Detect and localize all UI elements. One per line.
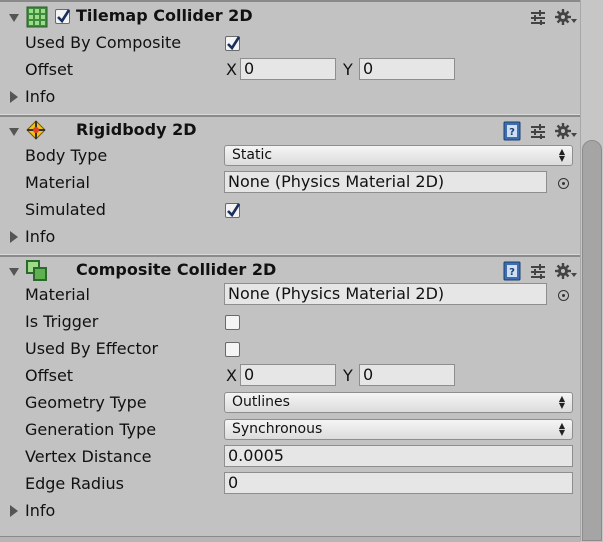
- rigidbody-info-foldout[interactable]: Info: [0, 224, 580, 251]
- generation-type-value: Synchronous: [232, 421, 323, 437]
- composite-offset-x-field[interactable]: 0: [240, 364, 336, 386]
- simulated-row: Simulated: [0, 197, 580, 224]
- geometry-type-row: Geometry Type Outlines ▲ ▼: [0, 390, 580, 417]
- foldout-expanded-icon[interactable]: [9, 268, 19, 276]
- tilemap-collider-header[interactable]: Tilemap Collider 2D: [0, 5, 580, 32]
- used-by-composite-label: Used By Composite: [25, 33, 182, 52]
- presets-icon[interactable]: [530, 9, 546, 29]
- generation-type-row: Generation Type Synchronous ▲ ▼: [0, 417, 580, 444]
- tilemap-info-label[interactable]: Info: [25, 87, 55, 106]
- object-picker-icon[interactable]: [558, 290, 569, 301]
- scrollbar-thumb[interactable]: [582, 140, 602, 541]
- tilemap-info-foldout[interactable]: Info: [0, 84, 580, 111]
- tilemap-offset-x-field[interactable]: 0: [240, 58, 336, 80]
- vertex-distance-label: Vertex Distance: [25, 447, 152, 466]
- tilemap-collider-enabled-checkbox[interactable]: [55, 9, 71, 24]
- is-trigger-label: Is Trigger: [25, 312, 99, 331]
- tilemap-offset-y-label: Y: [343, 60, 353, 79]
- tilemap-offset-y-field[interactable]: 0: [359, 58, 455, 80]
- used-by-effector-row: Used By Effector: [0, 336, 580, 363]
- is-trigger-checkbox[interactable]: [225, 315, 240, 330]
- composite-offset-y-field[interactable]: 0: [359, 364, 455, 386]
- geometry-type-label: Geometry Type: [25, 393, 147, 412]
- geometry-type-value: Outlines: [232, 394, 290, 410]
- used-by-effector-checkbox[interactable]: [225, 342, 240, 357]
- svg-text:?: ?: [509, 267, 515, 278]
- body-type-dropdown[interactable]: Static ▲ ▼: [224, 145, 573, 166]
- tilemap-offset-label: Offset: [25, 60, 74, 79]
- body-type-label: Body Type: [25, 146, 108, 165]
- gear-icon[interactable]: [555, 8, 577, 30]
- rigidbody-icon: [26, 120, 46, 144]
- rigidbody-info-label[interactable]: Info: [25, 227, 55, 246]
- tilemap-collider-icon: [26, 6, 48, 32]
- top-separator: [0, 0, 580, 2]
- rigidbody-header[interactable]: Rigidbody 2D ?: [0, 119, 580, 146]
- body-type-row: Body Type Static ▲ ▼: [0, 143, 580, 170]
- simulated-label: Simulated: [25, 200, 106, 219]
- tilemap-collider-title: Tilemap Collider 2D: [76, 6, 253, 25]
- bottom-separator: [0, 536, 580, 542]
- simulated-checkbox[interactable]: [225, 203, 241, 218]
- foldout-collapsed-icon[interactable]: [10, 91, 18, 103]
- rigidbody-material-row: Material None (Physics Material 2D): [0, 170, 580, 197]
- composite-info-foldout[interactable]: Info: [0, 498, 580, 525]
- tilemap-offset-row: Offset X 0 Y 0: [0, 57, 580, 84]
- foldout-collapsed-icon[interactable]: [10, 231, 18, 243]
- presets-icon[interactable]: [530, 263, 546, 283]
- composite-offset-x-label: X: [226, 366, 237, 385]
- dropdown-arrows-icon: ▲ ▼: [558, 394, 565, 410]
- rigidbody-material-field[interactable]: None (Physics Material 2D): [224, 171, 547, 193]
- body-type-value: Static: [232, 147, 273, 163]
- dropdown-arrows-icon: ▲ ▼: [558, 147, 565, 163]
- generation-type-dropdown[interactable]: Synchronous ▲ ▼: [224, 419, 573, 440]
- composite-offset-row: Offset X 0 Y 0: [0, 363, 580, 390]
- gear-icon[interactable]: [555, 122, 577, 144]
- help-book-icon[interactable]: ?: [503, 121, 521, 145]
- gear-icon[interactable]: [555, 262, 577, 284]
- composite-material-row: Material None (Physics Material 2D): [0, 282, 580, 309]
- composite-offset-y-label: Y: [343, 366, 353, 385]
- object-picker-icon[interactable]: [558, 178, 569, 189]
- edge-radius-field[interactable]: 0: [224, 472, 573, 494]
- vertex-distance-row: Vertex Distance 0.0005: [0, 444, 580, 471]
- foldout-expanded-icon[interactable]: [9, 14, 19, 22]
- edge-radius-row: Edge Radius 0: [0, 471, 580, 498]
- used-by-composite-checkbox[interactable]: [225, 36, 241, 51]
- composite-collider-title: Composite Collider 2D: [76, 260, 277, 279]
- geometry-type-dropdown[interactable]: Outlines ▲ ▼: [224, 392, 573, 413]
- component-separator: [0, 114, 580, 117]
- rigidbody-material-label: Material: [25, 173, 90, 192]
- generation-type-label: Generation Type: [25, 420, 157, 439]
- svg-text:?: ?: [509, 127, 515, 138]
- dropdown-arrows-icon: ▲ ▼: [558, 421, 565, 437]
- edge-radius-label: Edge Radius: [25, 474, 124, 493]
- vertex-distance-field[interactable]: 0.0005: [224, 445, 573, 467]
- tilemap-offset-x-label: X: [226, 60, 237, 79]
- composite-info-label[interactable]: Info: [25, 501, 55, 520]
- component-separator: [0, 254, 580, 257]
- inspector-panel: Tilemap Collider 2D Used By Composite Of…: [0, 0, 603, 542]
- presets-icon[interactable]: [530, 123, 546, 143]
- rigidbody-title: Rigidbody 2D: [76, 120, 197, 139]
- used-by-composite-row: Used By Composite: [0, 30, 580, 57]
- foldout-collapsed-icon[interactable]: [10, 505, 18, 517]
- composite-offset-label: Offset: [25, 366, 74, 385]
- foldout-expanded-icon[interactable]: [9, 128, 19, 136]
- is-trigger-row: Is Trigger: [0, 309, 580, 336]
- used-by-effector-label: Used By Effector: [25, 339, 159, 358]
- composite-material-label: Material: [25, 285, 90, 304]
- composite-material-field[interactable]: None (Physics Material 2D): [224, 283, 547, 305]
